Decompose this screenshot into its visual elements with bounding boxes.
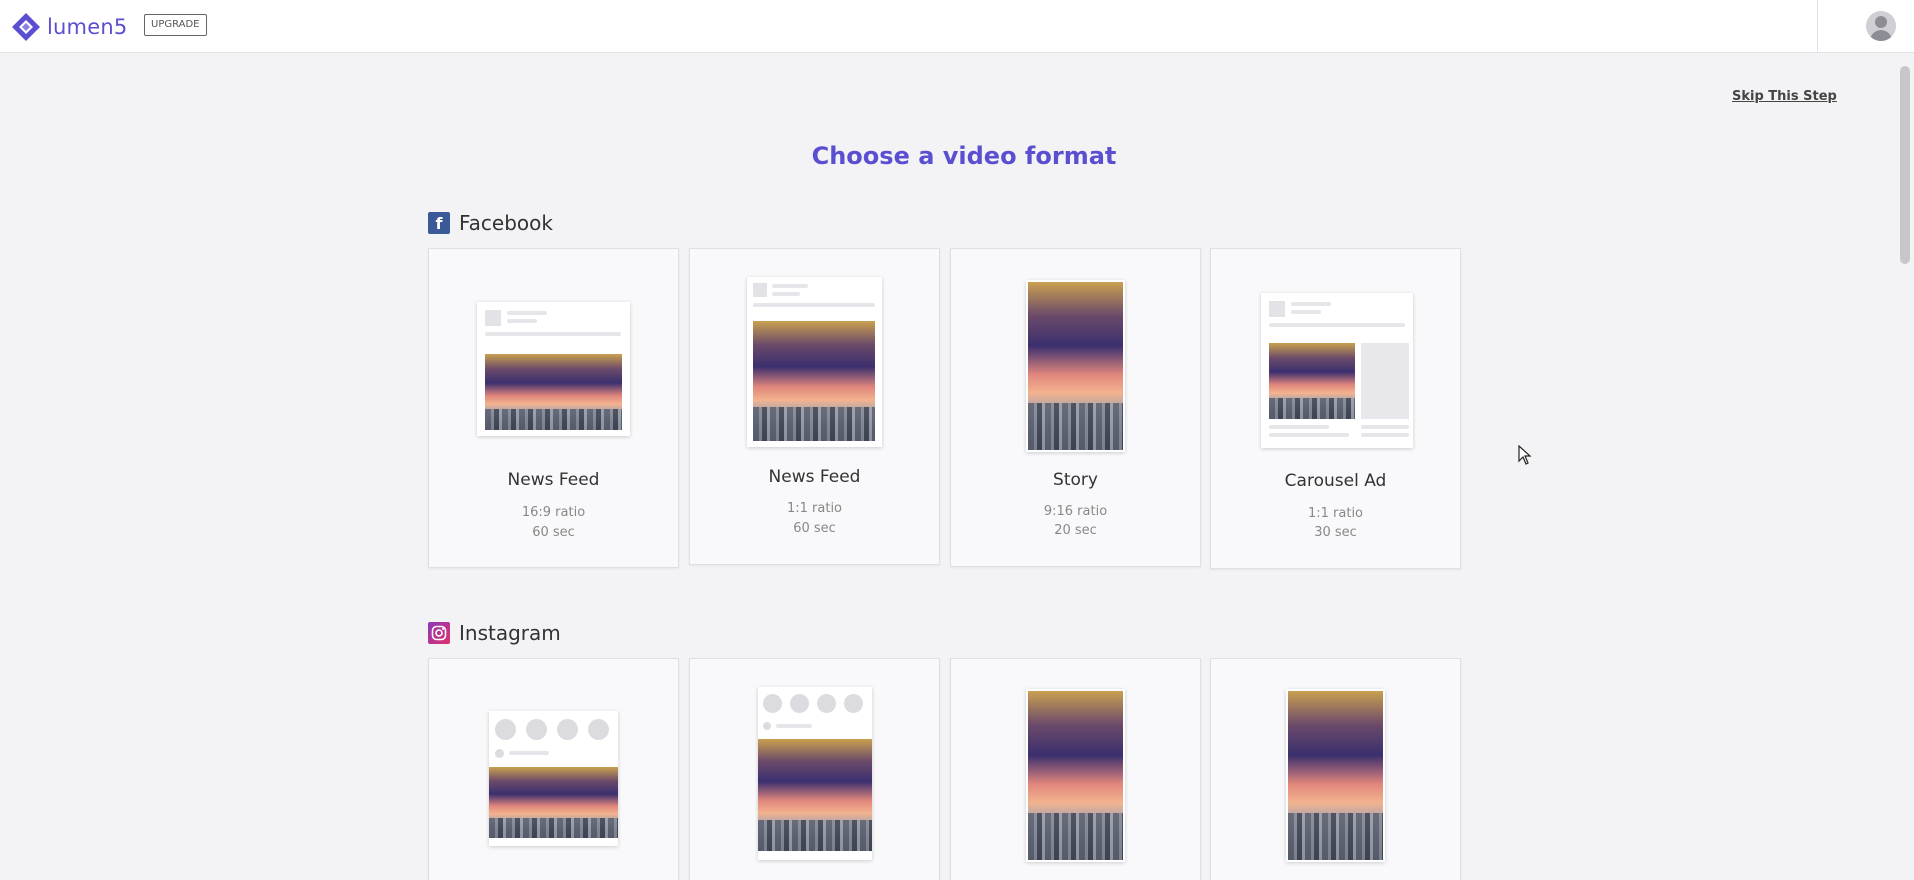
preview-line (485, 332, 621, 336)
preview-photo (485, 354, 622, 430)
format-card-instagram-2[interactable] (689, 658, 940, 880)
preview-line (1291, 310, 1321, 314)
preview-line (1269, 433, 1349, 437)
format-card-instagram-3[interactable] (950, 658, 1201, 880)
preview-line (507, 319, 537, 323)
format-preview (477, 302, 630, 436)
format-name: News Feed (507, 470, 600, 490)
user-avatar[interactable] (1866, 11, 1896, 41)
preview-story-circle (557, 719, 578, 740)
format-preview (758, 687, 872, 860)
format-preview (1286, 689, 1385, 862)
upgrade-button[interactable]: UPGRADE (144, 14, 207, 36)
preview-line (1361, 425, 1409, 429)
format-card-facebook-story[interactable]: Story 9:16 ratio 20 sec (950, 248, 1201, 567)
preview-story-circle (526, 719, 547, 740)
header-divider (1817, 0, 1818, 53)
preview-line (1291, 302, 1331, 306)
preview-line (1269, 425, 1329, 429)
format-card-facebook-news-feed-16-9[interactable]: News Feed 16:9 ratio 60 sec (428, 248, 679, 568)
format-preview (1261, 293, 1413, 448)
preview-photo (758, 739, 872, 851)
preview-story-circle (844, 694, 863, 713)
preview-next-slide (1361, 343, 1409, 419)
preview-line (507, 311, 547, 315)
format-preview (747, 277, 882, 447)
format-card-instagram-4[interactable] (1210, 658, 1461, 880)
mouse-cursor-icon (1518, 445, 1532, 465)
preview-avatar (753, 283, 767, 297)
format-ratio: 9:16 ratio (1043, 504, 1108, 519)
section-title-facebook: Facebook (459, 211, 553, 235)
preview-photo (753, 321, 875, 441)
format-preview (1026, 280, 1125, 452)
preview-story-circle (588, 719, 609, 740)
preview-line (1361, 433, 1409, 437)
format-ratio: 1:1 ratio (1307, 506, 1364, 521)
format-duration: 20 sec (1054, 523, 1097, 538)
top-bar: lumen5 UPGRADE (0, 0, 1914, 53)
preview-line (753, 303, 875, 307)
format-duration: 60 sec (532, 525, 575, 540)
preview-story-circle (763, 694, 782, 713)
avatar-head (1875, 16, 1887, 28)
preview-story-circle (790, 694, 809, 713)
format-preview (489, 711, 618, 846)
preview-line (776, 724, 812, 728)
preview-line (509, 751, 549, 755)
section-title-instagram: Instagram (459, 621, 561, 645)
format-duration: 60 sec (793, 521, 836, 536)
format-ratio: 1:1 ratio (786, 501, 843, 516)
lumen5-logo-icon (12, 13, 40, 41)
format-card-instagram-1[interactable] (428, 658, 679, 880)
skip-step-link[interactable]: Skip This Step (1732, 89, 1837, 104)
section-header-instagram: Instagram (428, 621, 561, 645)
format-duration: 30 sec (1314, 525, 1357, 540)
preview-story-circle (817, 694, 836, 713)
format-name: Carousel Ad (1284, 471, 1387, 491)
preview-avatar (485, 310, 501, 326)
preview-avatar (495, 749, 504, 758)
format-preview (1026, 689, 1125, 862)
preview-photo (1028, 282, 1123, 450)
format-card-facebook-carousel-ad[interactable]: Carousel Ad 1:1 ratio 30 sec (1210, 248, 1461, 569)
format-name: News Feed (768, 467, 861, 487)
facebook-icon: f (428, 212, 450, 234)
app-name: lumen5 (47, 14, 128, 39)
preview-photo (1269, 343, 1355, 419)
preview-line (1269, 323, 1405, 327)
scrollbar[interactable] (1896, 54, 1914, 880)
avatar-body (1870, 30, 1892, 41)
preview-photo (489, 767, 618, 838)
logo[interactable]: lumen5 (10, 11, 127, 43)
page-title: Choose a video format (811, 142, 1117, 170)
preview-line (772, 292, 800, 296)
format-ratio: 16:9 ratio (521, 505, 586, 520)
preview-photo (1288, 691, 1383, 860)
format-name: Story (1053, 470, 1098, 490)
preview-photo (1028, 691, 1123, 860)
section-header-facebook: f Facebook (428, 211, 553, 235)
preview-avatar (1269, 301, 1285, 317)
preview-line (772, 284, 808, 288)
preview-avatar (763, 722, 771, 730)
preview-story-circle (495, 719, 516, 740)
instagram-icon (428, 622, 450, 644)
format-card-facebook-news-feed-1-1[interactable]: News Feed 1:1 ratio 60 sec (689, 248, 940, 565)
